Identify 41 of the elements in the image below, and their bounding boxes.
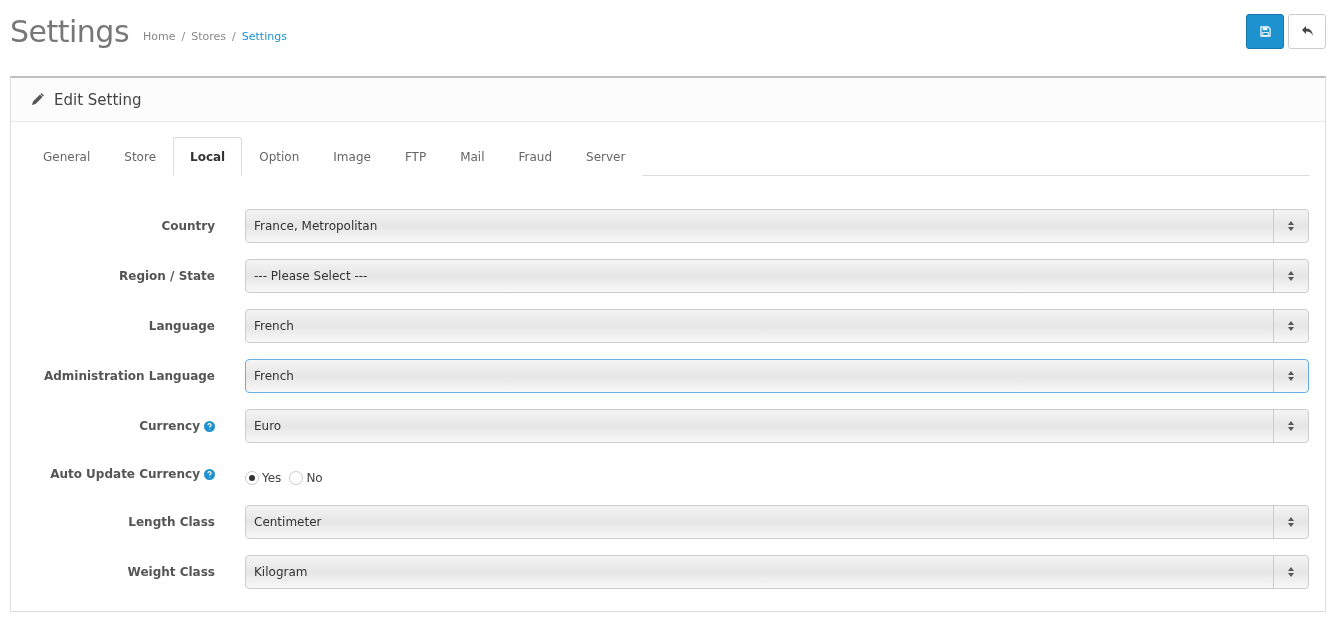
sort-arrows-icon: [1288, 371, 1294, 381]
sort-arrows-icon: [1288, 271, 1294, 281]
field-label: Currency: [139, 419, 200, 433]
select-field[interactable]: French: [245, 309, 1309, 343]
field-label: Country: [161, 219, 215, 233]
select-field[interactable]: Centimeter: [245, 505, 1309, 539]
tab[interactable]: Local: [173, 137, 243, 176]
field-label: Weight Class: [127, 565, 215, 579]
field-label: Region / State: [119, 269, 215, 283]
field-label: Length Class: [128, 515, 215, 529]
breadcrumb-link[interactable]: Stores: [191, 29, 227, 43]
help-icon[interactable]: [204, 468, 215, 480]
select-field[interactable]: Kilogram: [245, 555, 1309, 589]
reply-arrow-icon: [1300, 25, 1314, 37]
panel-title: Edit Setting: [54, 90, 142, 109]
sort-arrows-icon: [1288, 421, 1294, 431]
breadcrumb-separator: /: [232, 29, 236, 43]
sort-arrows-icon: [1288, 517, 1294, 527]
breadcrumb-link[interactable]: Home: [143, 29, 176, 43]
radio-button[interactable]: [245, 471, 259, 485]
help-icon[interactable]: [204, 420, 215, 432]
field-label: Administration Language: [43, 369, 215, 383]
sort-arrows-icon: [1288, 567, 1294, 577]
pencil-icon: [31, 93, 44, 106]
select-field[interactable]: Euro: [245, 409, 1309, 443]
select-field[interactable]: --- Please Select ---: [245, 259, 1309, 293]
save-icon: [1259, 25, 1271, 37]
field-label: Language: [148, 319, 215, 333]
breadcrumb-link[interactable]: Settings: [241, 29, 287, 43]
radio-option[interactable]: Yes: [245, 471, 282, 485]
breadcrumb-separator: /: [181, 29, 186, 43]
back-button[interactable]: [1288, 13, 1326, 49]
select-field[interactable]: France, Metropolitan: [245, 209, 1309, 243]
field-label: Auto Update Currency: [50, 467, 200, 481]
radio-option[interactable]: No: [289, 471, 323, 485]
save-button[interactable]: [1246, 13, 1284, 49]
radio-button[interactable]: [289, 471, 304, 485]
select-field[interactable]: French: [245, 359, 1309, 393]
sort-arrows-icon: [1288, 221, 1294, 231]
page-title: Settings: [10, 13, 130, 49]
sort-arrows-icon: [1288, 321, 1294, 331]
